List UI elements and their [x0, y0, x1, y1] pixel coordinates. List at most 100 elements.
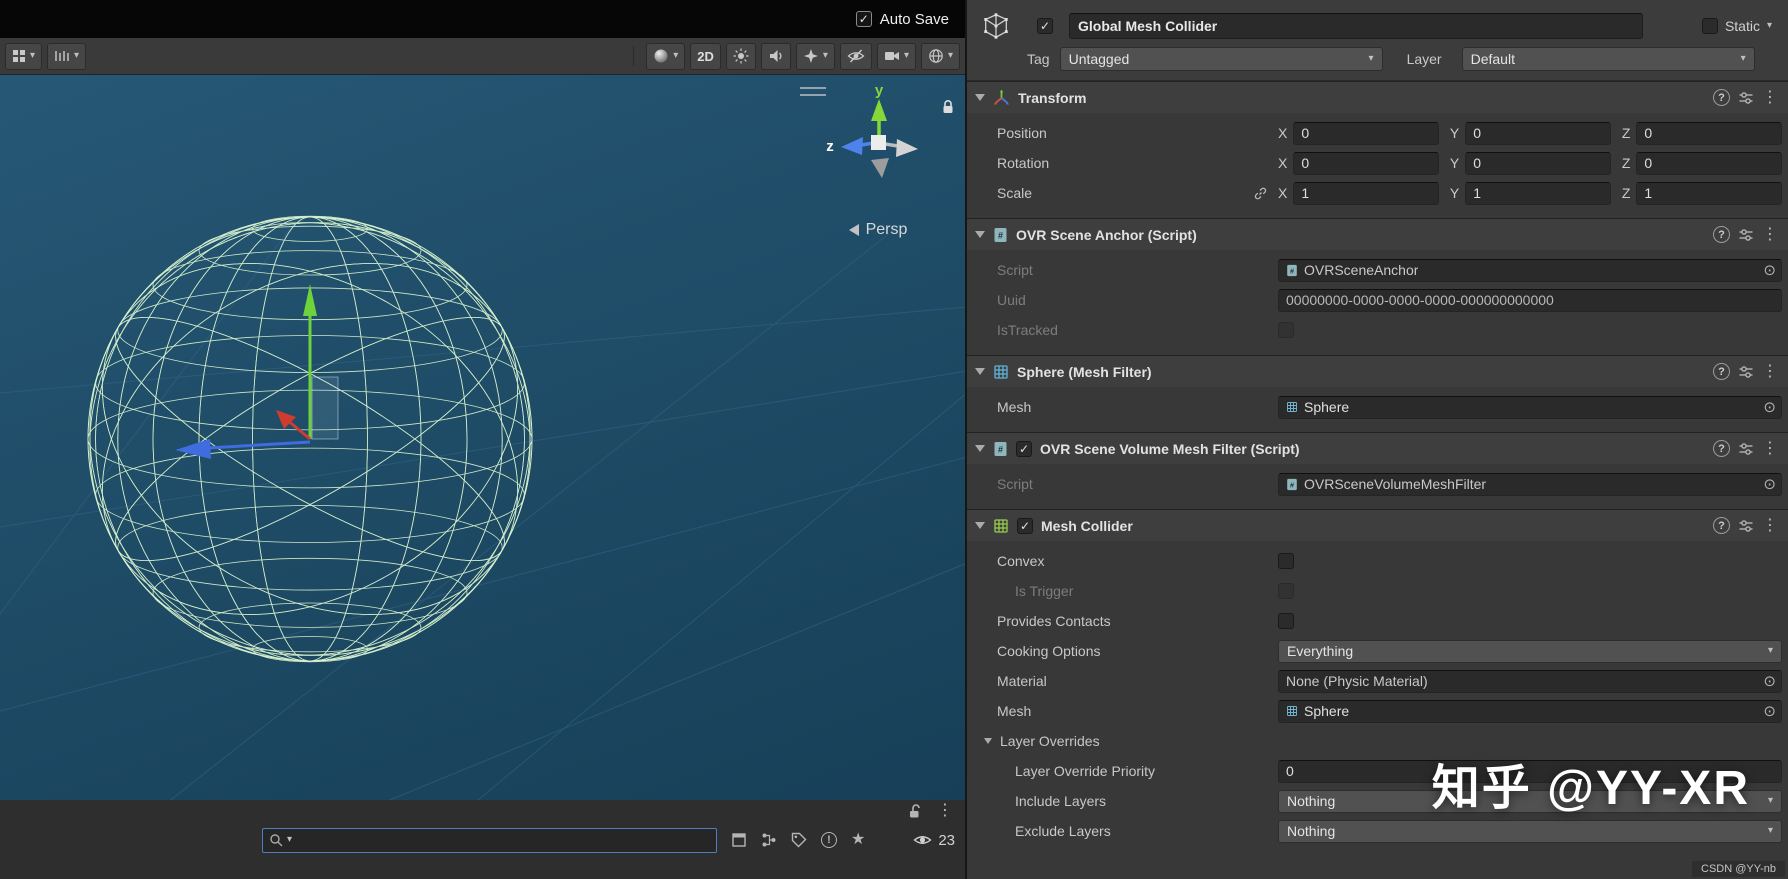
rotation-y-input[interactable] [1465, 152, 1611, 175]
help-icon[interactable]: ? [1713, 363, 1730, 380]
rotation-z-input[interactable] [1636, 152, 1782, 175]
link-constrain-icon[interactable] [1253, 186, 1268, 201]
position-z-input[interactable] [1636, 122, 1782, 145]
auto-save-checkbox[interactable]: ✓ [856, 11, 872, 27]
convex-checkbox[interactable]: ✓ [1278, 553, 1294, 569]
script-object-field[interactable]: # OVRSceneVolumeMeshFilter ⊙ [1278, 473, 1782, 496]
lock-icon[interactable] [941, 99, 955, 115]
scale-y-input[interactable] [1465, 182, 1611, 205]
presets-icon[interactable] [1738, 227, 1754, 243]
tag-filter-button[interactable] [791, 832, 807, 848]
position-y-input[interactable] [1465, 122, 1611, 145]
camera-overlay-button[interactable]: ▾ [877, 43, 916, 70]
ovr-volume-mesh-filter-header[interactable]: # ✓ OVR Scene Volume Mesh Filter (Script… [967, 433, 1788, 464]
hierarchy-links-button[interactable] [761, 832, 777, 848]
2d-toggle-button[interactable]: 2D [690, 43, 721, 70]
uuid-value-field: 00000000-0000-0000-0000-000000000000 [1278, 289, 1782, 312]
foldout-arrow-icon[interactable] [975, 231, 985, 238]
object-picker-icon[interactable]: ⊙ [1763, 477, 1776, 492]
exclude-layers-dropdown[interactable]: Nothing ▾ [1278, 820, 1782, 843]
kebab-menu-icon[interactable]: ⋮ [937, 803, 953, 819]
object-picker-icon[interactable]: ⊙ [1763, 400, 1776, 415]
scene-visibility-button[interactable] [840, 43, 872, 70]
rotation-label: Rotation [967, 155, 1278, 171]
gizmo-x-cone[interactable] [896, 139, 918, 157]
warning-filter-button[interactable]: ! [821, 832, 837, 848]
position-x-input[interactable] [1293, 122, 1439, 145]
foldout-arrow-icon[interactable] [984, 738, 992, 744]
search-input[interactable] [296, 833, 710, 848]
auto-save-toggle[interactable]: ✓ Auto Save [856, 11, 949, 28]
orientation-gizmo[interactable]: y z [819, 83, 939, 203]
help-icon[interactable]: ? [1713, 440, 1730, 457]
presets-icon[interactable] [1738, 441, 1754, 457]
kebab-menu-icon[interactable]: ⋮ [1762, 441, 1778, 457]
object-picker-icon[interactable]: ⊙ [1763, 674, 1776, 689]
object-picker-icon[interactable]: ⊙ [1763, 704, 1776, 719]
gizmo-z-label[interactable]: z [826, 138, 834, 155]
grid-snap-button[interactable]: ▾ [47, 43, 86, 70]
mesh-filter-header[interactable]: Sphere (Mesh Filter) ? ⋮ [967, 356, 1788, 387]
unlock-icon[interactable] [908, 803, 923, 819]
static-checkbox[interactable]: ✓ [1702, 18, 1718, 34]
is-trigger-label: Is Trigger [967, 583, 1278, 599]
effects-button[interactable]: ▾ [796, 43, 835, 70]
scale-x-input[interactable] [1293, 182, 1439, 205]
kebab-menu-icon[interactable]: ⋮ [1762, 518, 1778, 534]
component-enabled-checkbox[interactable]: ✓ [1016, 441, 1032, 457]
mesh-object-field[interactable]: Sphere ⊙ [1278, 396, 1782, 419]
kebab-menu-icon[interactable]: ⋮ [1762, 364, 1778, 380]
gizmo-center-cube[interactable] [871, 135, 886, 150]
scale-z-input[interactable] [1636, 182, 1782, 205]
object-picker-icon[interactable]: ⊙ [1763, 263, 1776, 278]
gizmo-y-cone[interactable] [871, 99, 887, 121]
gameobject-active-checkbox[interactable]: ✓ [1037, 18, 1053, 34]
help-icon[interactable]: ? [1713, 226, 1730, 243]
gizmo-z-cone[interactable] [841, 137, 863, 155]
scene-viewport[interactable]: y z Persp [0, 75, 965, 800]
presets-icon[interactable] [1738, 364, 1754, 380]
foldout-arrow-icon[interactable] [975, 522, 985, 529]
component-transform: Transform ? ⋮ Position X Y Z [967, 81, 1788, 218]
cooking-options-dropdown[interactable]: Everything ▾ [1278, 640, 1782, 663]
transform-header[interactable]: Transform ? ⋮ [967, 82, 1788, 113]
favorites-button[interactable]: ★ [851, 832, 865, 848]
component-enabled-checkbox[interactable]: ✓ [1017, 518, 1033, 534]
gizmo-y-label[interactable]: y [875, 83, 884, 99]
search-filter-caret-icon[interactable]: ▾ [287, 835, 292, 845]
mesh-collider-header[interactable]: ✓ Mesh Collider ? ⋮ [967, 510, 1788, 541]
layer-overrides-foldout[interactable]: Layer Overrides [967, 726, 1788, 756]
include-layers-dropdown[interactable]: Nothing ▾ [1278, 790, 1782, 813]
kebab-menu-icon[interactable]: ⋮ [1762, 90, 1778, 106]
draw-mode-button[interactable]: ▾ [646, 43, 685, 70]
maximize-window-button[interactable] [731, 832, 747, 848]
component-mesh-filter: Sphere (Mesh Filter) ? ⋮ Mesh Sphere ⊙ [967, 355, 1788, 432]
layer-dropdown[interactable]: Default ▾ [1462, 47, 1755, 71]
tag-dropdown[interactable]: Untagged ▾ [1060, 47, 1383, 71]
tool-settings-button[interactable]: ▾ [5, 43, 42, 70]
mesh-object-field[interactable]: Sphere ⊙ [1278, 700, 1782, 723]
help-icon[interactable]: ? [1713, 517, 1730, 534]
foldout-arrow-icon[interactable] [975, 368, 985, 375]
script-object-field[interactable]: # OVRSceneAnchor ⊙ [1278, 259, 1782, 282]
presets-icon[interactable] [1738, 518, 1754, 534]
search-field[interactable]: ▾ [262, 828, 717, 853]
scene-audio-button[interactable] [761, 43, 791, 70]
foldout-arrow-icon[interactable] [975, 445, 985, 452]
static-dropdown-caret-icon[interactable]: ▾ [1767, 21, 1772, 31]
provides-contacts-checkbox[interactable]: ✓ [1278, 613, 1294, 629]
rotation-x-input[interactable] [1293, 152, 1439, 175]
layer-override-priority-input[interactable] [1278, 760, 1782, 783]
presets-icon[interactable] [1738, 90, 1754, 106]
ovr-scene-anchor-header[interactable]: # OVR Scene Anchor (Script) ? ⋮ [967, 219, 1788, 250]
help-icon[interactable]: ? [1713, 89, 1730, 106]
kebab-menu-icon[interactable]: ⋮ [1762, 227, 1778, 243]
scene-lighting-button[interactable] [726, 43, 756, 70]
material-object-field[interactable]: None (Physic Material) ⊙ [1278, 670, 1782, 693]
perspective-toggle[interactable]: Persp [815, 221, 941, 239]
gizmo-back-cone[interactable] [871, 158, 889, 178]
scene-visibility-count[interactable]: 23 [913, 832, 955, 849]
gizmos-menu-button[interactable]: ▾ [921, 43, 960, 70]
gameobject-name-input[interactable] [1069, 13, 1643, 39]
foldout-arrow-icon[interactable] [975, 94, 985, 101]
